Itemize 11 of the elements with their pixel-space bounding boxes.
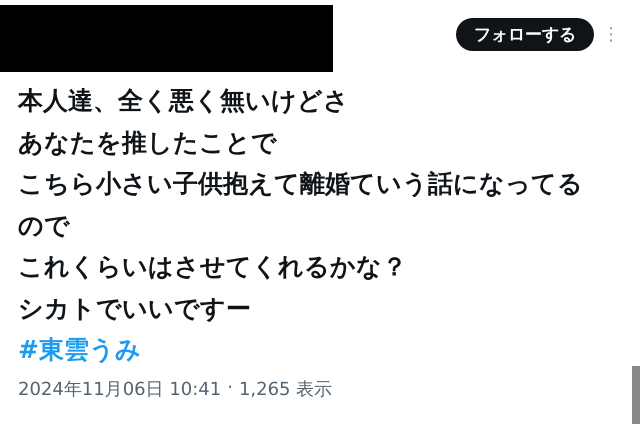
tweet-text-line: シカトでいいですー [18, 292, 252, 324]
follow-button[interactable]: フォローする [456, 18, 594, 51]
tweet-text-line: 本人達、全く悪く無いけどさ [18, 85, 350, 117]
tweet-text-line: あなたを推したことで [18, 126, 278, 158]
tweet-text-line: ので [18, 210, 71, 242]
scrollbar[interactable] [632, 366, 640, 424]
view-count: 1,265 表示 [238, 378, 332, 400]
tweet-text-line: こちら小さい子供抱えて離婚ていう話になってる [18, 168, 584, 200]
tweet-text-line: これくらいはさせてくれるかな？ [18, 251, 408, 283]
timestamp[interactable]: 2024年11月06日 10:41 [18, 376, 222, 400]
separator: · [227, 376, 233, 400]
